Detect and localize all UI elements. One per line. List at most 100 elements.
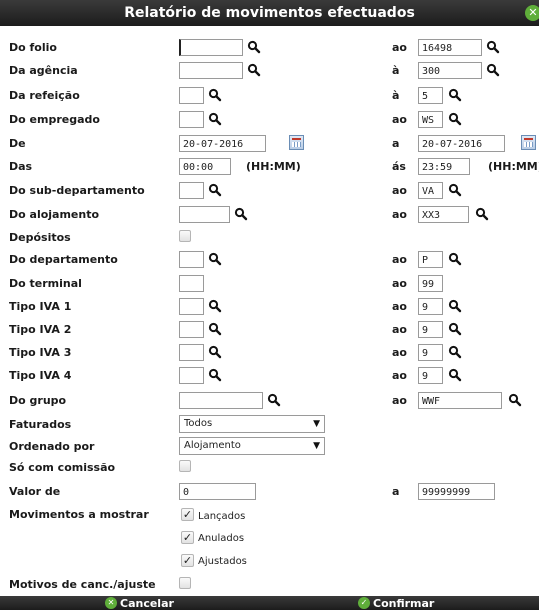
depositos-checkbox[interactable] [179, 230, 191, 242]
iva4-from-input[interactable] [179, 367, 204, 384]
departamento-to-search-icon[interactable] [448, 252, 462, 266]
ordenado-select[interactable]: Alojamento ▼ [179, 437, 325, 455]
iva2-to-search-icon[interactable] [448, 322, 462, 336]
agencia-to-label: à [392, 64, 400, 77]
row-valor: Valor de 0 a 99999999 [0, 482, 539, 505]
de-from-date-input[interactable]: 20-07-2016 [179, 135, 266, 152]
das-from-time-input[interactable]: 00:00 [179, 158, 231, 175]
row-subdep: Do sub-departamento ao VA [0, 181, 539, 204]
subdep-to-label: ao [392, 184, 407, 197]
confirm-button[interactable]: ✓ Confirmar [358, 596, 434, 610]
de-to-calendar-icon[interactable] [521, 135, 536, 150]
row-empregado: Do empregado ao WS [0, 110, 539, 133]
grupo-from-search-icon[interactable] [267, 393, 281, 407]
faturados-select[interactable]: Todos ▼ [179, 415, 325, 433]
movimentos-ajustados-checkbox[interactable]: ✓ [181, 554, 194, 567]
iva3-from-input[interactable] [179, 344, 204, 361]
title-bar: Relatório de movimentos efectuados ✕ [0, 0, 539, 26]
refeicao-to-input[interactable]: 5 [418, 87, 443, 104]
faturados-label: Faturados [9, 418, 72, 431]
iva3-to-input[interactable]: 9 [418, 344, 443, 361]
agencia-to-search-icon[interactable] [486, 63, 500, 77]
motivos-checkbox[interactable] [179, 577, 191, 589]
close-icon: ✕ [105, 597, 117, 609]
agencia-from-search-icon[interactable] [247, 63, 261, 77]
terminal-label: Do terminal [9, 277, 82, 290]
alojamento-from-search-icon[interactable] [234, 207, 248, 221]
grupo-from-input[interactable] [179, 392, 263, 409]
de-to-date-input[interactable]: 20-07-2016 [418, 135, 505, 152]
subdep-from-search-icon[interactable] [208, 183, 222, 197]
alojamento-to-input[interactable]: XX3 [418, 206, 469, 223]
das-from-format-hint: (HH:MM) [246, 160, 301, 173]
valor-to-input[interactable]: 99999999 [418, 483, 495, 500]
row-iva1: Tipo IVA 1 ao 9 [0, 297, 539, 320]
iva3-from-search-icon[interactable] [208, 345, 222, 359]
folio-label: Do folio [9, 41, 57, 54]
subdep-label: Do sub-departamento [9, 184, 145, 197]
iva2-to-label: ao [392, 323, 407, 336]
movimentos-ajustados-label: Ajustados [198, 556, 247, 567]
empregado-to-input[interactable]: WS [418, 111, 443, 128]
movimentos-lancados-checkbox[interactable]: ✓ [181, 508, 194, 521]
alojamento-from-input[interactable] [179, 206, 230, 223]
dialog-title: Relatório de movimentos efectuados [124, 5, 415, 21]
iva1-to-search-icon[interactable] [448, 299, 462, 313]
cancel-button[interactable]: ✕ Cancelar [105, 596, 174, 610]
subdep-to-search-icon[interactable] [448, 183, 462, 197]
iva1-from-search-icon[interactable] [208, 299, 222, 313]
iva2-from-search-icon[interactable] [208, 322, 222, 336]
subdep-to-input[interactable]: VA [418, 182, 443, 199]
folio-to-search-icon[interactable] [486, 40, 500, 54]
iva4-to-label: ao [392, 369, 407, 382]
refeicao-from-search-icon[interactable] [208, 88, 222, 102]
row-iva3: Tipo IVA 3 ao 9 [0, 343, 539, 366]
alojamento-to-search-icon[interactable] [475, 207, 489, 221]
de-label: De [9, 137, 26, 150]
das-to-format-hint: (HH:MM) [488, 160, 539, 173]
terminal-from-input[interactable] [179, 275, 204, 292]
iva4-from-search-icon[interactable] [208, 368, 222, 382]
comissao-checkbox[interactable] [179, 460, 191, 472]
empregado-to-label: ao [392, 113, 407, 126]
agencia-to-input[interactable]: 300 [418, 62, 482, 79]
empregado-from-search-icon[interactable] [208, 112, 222, 126]
motivos-label: Motivos de canc./ajuste [9, 578, 156, 591]
iva3-to-search-icon[interactable] [448, 345, 462, 359]
dropdown-arrow-icon: ▼ [313, 419, 320, 429]
row-folio: Do folio ao 16498 [0, 38, 539, 61]
grupo-to-search-icon[interactable] [508, 393, 522, 407]
de-from-calendar-icon[interactable] [289, 135, 304, 150]
iva2-to-input[interactable]: 9 [418, 321, 443, 338]
empregado-from-input[interactable] [179, 111, 204, 128]
folio-to-input[interactable]: 16498 [418, 39, 482, 56]
iva1-to-input[interactable]: 9 [418, 298, 443, 315]
grupo-to-input[interactable]: WWF [418, 392, 502, 409]
subdep-from-input[interactable] [179, 182, 204, 199]
dropdown-arrow-icon: ▼ [313, 441, 320, 451]
row-departamento: Do departamento ao P [0, 250, 539, 273]
empregado-to-search-icon[interactable] [448, 112, 462, 126]
folio-from-search-icon[interactable] [247, 40, 261, 54]
close-icon[interactable]: ✕ [525, 5, 539, 21]
alojamento-to-label: ao [392, 208, 407, 221]
row-iva4: Tipo IVA 4 ao 9 [0, 366, 539, 389]
departamento-to-input[interactable]: P [418, 251, 443, 268]
footer-bar: ✕ Cancelar ✓ Confirmar [0, 596, 539, 610]
refeicao-to-search-icon[interactable] [448, 88, 462, 102]
das-to-time-input[interactable]: 23:59 [418, 158, 470, 175]
departamento-from-input[interactable] [179, 251, 204, 268]
agencia-from-input[interactable] [179, 62, 243, 79]
terminal-to-input[interactable]: 99 [418, 275, 443, 292]
movimentos-anulados-checkbox[interactable]: ✓ [181, 531, 194, 544]
iva4-to-search-icon[interactable] [448, 368, 462, 382]
iva1-from-input[interactable] [179, 298, 204, 315]
folio-from-input[interactable] [179, 39, 243, 56]
refeicao-from-input[interactable] [179, 87, 204, 104]
movimentos-lancados-label: Lançados [198, 511, 246, 522]
valor-from-input[interactable]: 0 [179, 483, 256, 500]
iva2-from-input[interactable] [179, 321, 204, 338]
folio-to-label: ao [392, 41, 407, 54]
departamento-from-search-icon[interactable] [208, 252, 222, 266]
iva4-to-input[interactable]: 9 [418, 367, 443, 384]
